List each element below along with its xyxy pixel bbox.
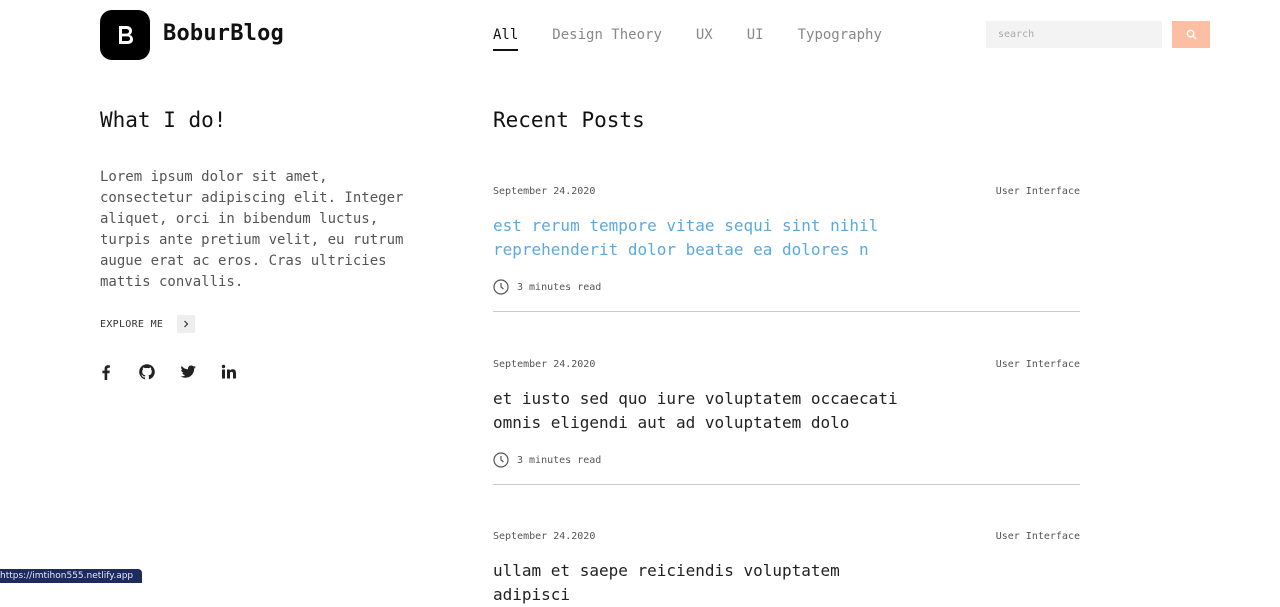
search-icon [1186,29,1197,40]
explore-label: EXPLORE ME [100,318,164,330]
post-category[interactable]: User Interface [996,359,1080,370]
nav-item-all[interactable]: All [493,27,519,51]
read-time-label: 3 minutes read [517,281,602,293]
social-links [96,362,260,382]
post-title-link[interactable]: est rerum tempore vitae sequi sint nihil… [493,214,923,262]
recent-posts-title: Recent Posts [493,108,645,132]
nav-item-design-theory[interactable]: Design Theory [552,27,662,49]
read-time: 3 minutes read [493,452,601,468]
nav-item-ui[interactable]: UI [747,27,764,49]
twitter-icon[interactable] [178,362,198,382]
status-bar-url: https://imtihon555.netlify.app [0,569,142,583]
explore-me-link[interactable]: EXPLORE ME [100,315,196,333]
sidebar-title: What I do! [100,108,227,132]
read-time: 3 minutes read [493,279,601,295]
clock-icon [493,279,509,295]
github-icon[interactable] [137,362,157,382]
clock-icon [493,452,509,468]
post-divider [493,311,1080,312]
logo-b-icon [119,26,133,44]
read-time-label: 3 minutes read [517,454,602,466]
post-date: September 24.2020 [493,359,596,370]
post-category[interactable]: User Interface [996,531,1080,542]
intro-text: Lorem ipsum dolor sit amet, consectetur … [100,169,404,290]
search-button[interactable] [1172,21,1210,48]
nav-item-ux[interactable]: UX [696,27,713,49]
post-date: September 24.2020 [493,186,596,197]
linkedin-icon[interactable] [219,362,239,382]
chevron-right-icon [177,315,196,333]
post-title-link[interactable]: ullam et saepe reiciendis voluptatem adi… [493,559,923,607]
post-date: September 24.2020 [493,531,596,542]
post-title-link[interactable]: et iusto sed quo iure voluptatem occaeca… [493,387,923,435]
brand-name[interactable]: BoburBlog [163,21,284,46]
category-nav: All Design Theory UX UI Typography [493,27,916,51]
search-input[interactable] [986,21,1162,48]
nav-item-typography[interactable]: Typography [798,27,882,49]
logo[interactable] [100,10,150,60]
post-category[interactable]: User Interface [996,186,1080,197]
facebook-icon[interactable] [96,362,116,382]
post-divider [493,484,1080,485]
